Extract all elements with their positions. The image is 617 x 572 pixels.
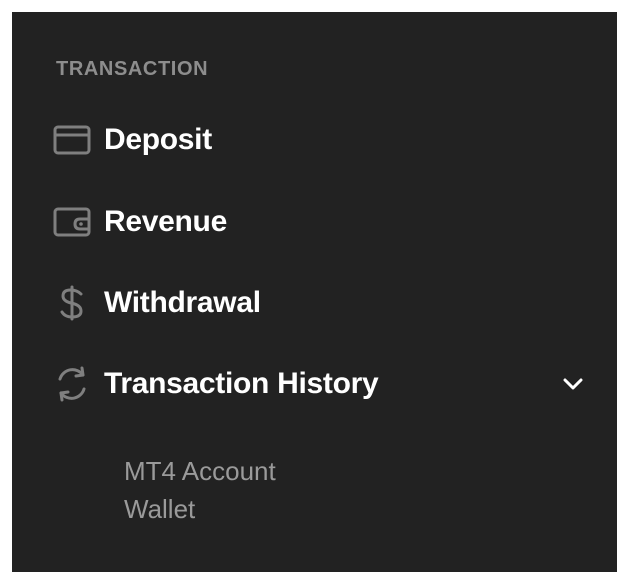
dollar-sign-icon xyxy=(52,283,104,323)
sidebar-item-label: Revenue xyxy=(104,205,227,238)
wallet-icon xyxy=(52,202,104,242)
sidebar-item-transaction-history[interactable]: Transaction History xyxy=(52,356,617,412)
sidebar-item-label: Withdrawal xyxy=(104,286,261,319)
section-title: TRANSACTION xyxy=(56,58,209,80)
sidebar-item-deposit[interactable]: Deposit xyxy=(52,112,617,168)
chevron-down-icon[interactable] xyxy=(559,370,587,398)
submenu-item-mt4-account[interactable]: MT4 Account xyxy=(124,452,276,490)
credit-card-icon xyxy=(52,120,104,160)
refresh-icon xyxy=(52,364,104,404)
transaction-history-submenu: MT4 Account Wallet xyxy=(124,452,276,528)
submenu-item-wallet[interactable]: Wallet xyxy=(124,490,276,528)
sidebar-item-revenue[interactable]: Revenue xyxy=(52,194,617,250)
transaction-sidebar: TRANSACTION Deposit Revenue Withdrawal T… xyxy=(12,12,617,572)
sidebar-item-label: Transaction History xyxy=(104,367,379,400)
sidebar-item-withdrawal[interactable]: Withdrawal xyxy=(52,275,617,331)
sidebar-item-label: Deposit xyxy=(104,123,212,156)
